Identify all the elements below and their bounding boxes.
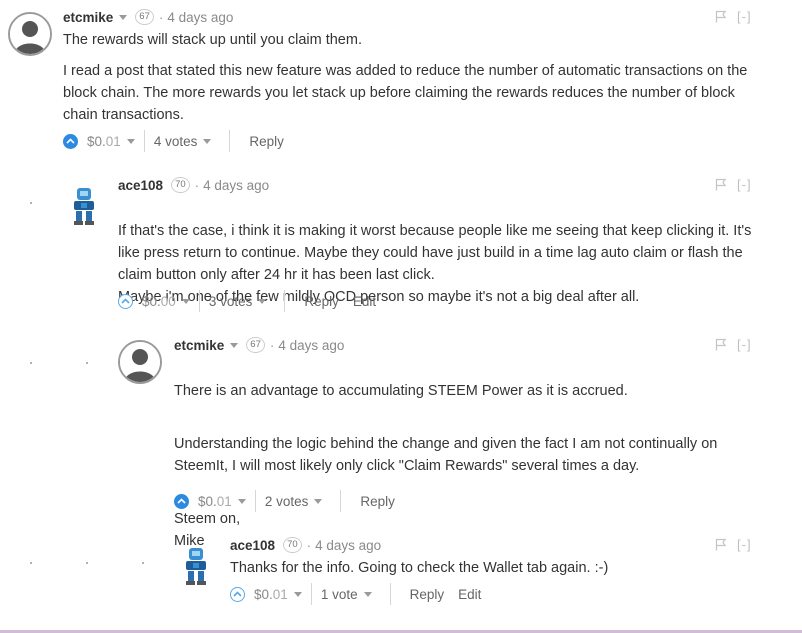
separator-dot: · xyxy=(306,537,312,553)
robot-avatar-icon[interactable] xyxy=(184,546,210,586)
default-user-avatar-icon xyxy=(10,14,50,54)
divider xyxy=(229,130,231,152)
timestamp[interactable]: 4 days ago xyxy=(315,538,381,553)
thread-marker xyxy=(86,362,88,364)
comment-paragraph: There is an advantage to accumulating ST… xyxy=(174,383,628,399)
flag-icon[interactable] xyxy=(715,338,727,351)
collapse-toggle[interactable]: [-] xyxy=(737,177,752,192)
comment-tools: [-] xyxy=(715,177,752,192)
thread-marker xyxy=(86,562,88,564)
edit-link[interactable]: Edit xyxy=(458,587,481,602)
upvote-button[interactable] xyxy=(174,493,189,509)
comment-header: etcmike 67 · 4 days ago xyxy=(63,7,233,27)
user-avatar[interactable] xyxy=(8,12,52,56)
comment-header: ace108 70 · 4 days ago xyxy=(118,175,269,195)
payout-amount[interactable]: $0.00 xyxy=(142,294,176,309)
votes-dropdown-icon[interactable] xyxy=(203,138,212,144)
author-name[interactable]: etcmike xyxy=(63,10,113,25)
vote-count[interactable]: 3 votes xyxy=(209,294,253,309)
payout-dropdown-icon[interactable] xyxy=(181,298,190,304)
reply-link[interactable]: Reply xyxy=(360,494,395,509)
comment-paragraph: Understanding the logic behind the chang… xyxy=(174,436,718,474)
comment-header: ace108 70 · 4 days ago xyxy=(230,535,381,555)
payout-amount[interactable]: $0.01 xyxy=(254,587,288,602)
thread-marker xyxy=(30,562,32,564)
comment-tools: [-] xyxy=(715,9,752,24)
user-avatar[interactable] xyxy=(118,340,162,384)
divider xyxy=(340,490,342,512)
payout-dropdown-icon[interactable] xyxy=(293,591,302,597)
upvote-button[interactable] xyxy=(118,293,133,309)
payout-dropdown-icon[interactable] xyxy=(237,498,246,504)
timestamp[interactable]: 4 days ago xyxy=(203,178,269,193)
divider xyxy=(284,290,286,312)
chevron-down-icon[interactable] xyxy=(230,342,239,348)
robot-avatar-icon[interactable] xyxy=(72,186,98,226)
divider xyxy=(389,583,391,605)
comment-tools: [-] xyxy=(715,337,752,352)
chevron-up-icon xyxy=(233,591,242,597)
reputation-badge: 67 xyxy=(135,9,154,25)
comment-body: If that's the case, i think it is making… xyxy=(118,198,758,339)
flag-icon[interactable] xyxy=(715,178,727,191)
chevron-up-icon xyxy=(177,498,186,504)
separator-dot: · xyxy=(158,9,164,25)
collapse-toggle[interactable]: [-] xyxy=(737,9,752,24)
author-name[interactable]: ace108 xyxy=(230,538,275,553)
collapse-toggle[interactable]: [-] xyxy=(737,337,752,352)
divider xyxy=(254,490,256,512)
comment-paragraph: I read a post that stated this new featu… xyxy=(63,63,748,123)
comment-footer: $0.01 1 vote Reply Edit xyxy=(230,582,481,606)
author-name[interactable]: ace108 xyxy=(118,178,163,193)
timestamp[interactable]: 4 days ago xyxy=(167,10,233,25)
thread-marker xyxy=(142,562,144,564)
votes-dropdown-icon[interactable] xyxy=(363,591,372,597)
divider xyxy=(143,130,145,152)
comment-header: etcmike 67 · 4 days ago xyxy=(174,335,344,355)
thread-marker xyxy=(30,362,32,364)
comment-tools: [-] xyxy=(715,537,752,552)
votes-dropdown-icon[interactable] xyxy=(314,498,323,504)
vote-count[interactable]: 1 vote xyxy=(321,587,358,602)
upvote-button[interactable] xyxy=(230,586,245,602)
vote-count[interactable]: 2 votes xyxy=(265,494,309,509)
thread-marker xyxy=(30,202,32,204)
author-name[interactable]: etcmike xyxy=(174,338,224,353)
flag-icon[interactable] xyxy=(715,10,727,23)
reply-link[interactable]: Reply xyxy=(249,134,284,149)
default-user-avatar-icon xyxy=(120,342,160,382)
reputation-badge: 67 xyxy=(246,337,265,353)
reply-link[interactable]: Reply xyxy=(304,294,339,309)
chevron-up-icon xyxy=(66,138,75,144)
votes-dropdown-icon[interactable] xyxy=(258,298,267,304)
comment-paragraph: Thanks for the info. Going to check the … xyxy=(230,560,609,576)
payout-dropdown-icon[interactable] xyxy=(126,138,135,144)
chevron-up-icon xyxy=(121,298,130,304)
edit-link[interactable]: Edit xyxy=(353,294,376,309)
flag-icon[interactable] xyxy=(715,538,727,551)
separator-dot: · xyxy=(269,337,275,353)
separator-dot: · xyxy=(194,177,200,193)
chevron-down-icon[interactable] xyxy=(119,14,128,20)
comment-paragraph: The rewards will stack up until you clai… xyxy=(63,32,362,48)
comment-footer: $0.00 3 votes Reply Edit xyxy=(118,289,376,313)
reputation-badge: 70 xyxy=(283,537,302,553)
comment-body: The rewards will stack up until you clai… xyxy=(63,29,763,135)
reputation-badge: 70 xyxy=(171,177,190,193)
collapse-toggle[interactable]: [-] xyxy=(737,537,752,552)
payout-amount[interactable]: $0.01 xyxy=(198,494,232,509)
vote-count[interactable]: 4 votes xyxy=(154,134,198,149)
payout-amount[interactable]: $0.01 xyxy=(87,134,121,149)
timestamp[interactable]: 4 days ago xyxy=(278,338,344,353)
comment-footer: $0.01 4 votes Reply xyxy=(63,129,284,153)
divider xyxy=(198,290,200,312)
reply-link[interactable]: Reply xyxy=(410,587,445,602)
upvote-button[interactable] xyxy=(63,133,78,149)
comment-footer: $0.01 2 votes Reply xyxy=(174,489,395,513)
divider xyxy=(310,583,312,605)
